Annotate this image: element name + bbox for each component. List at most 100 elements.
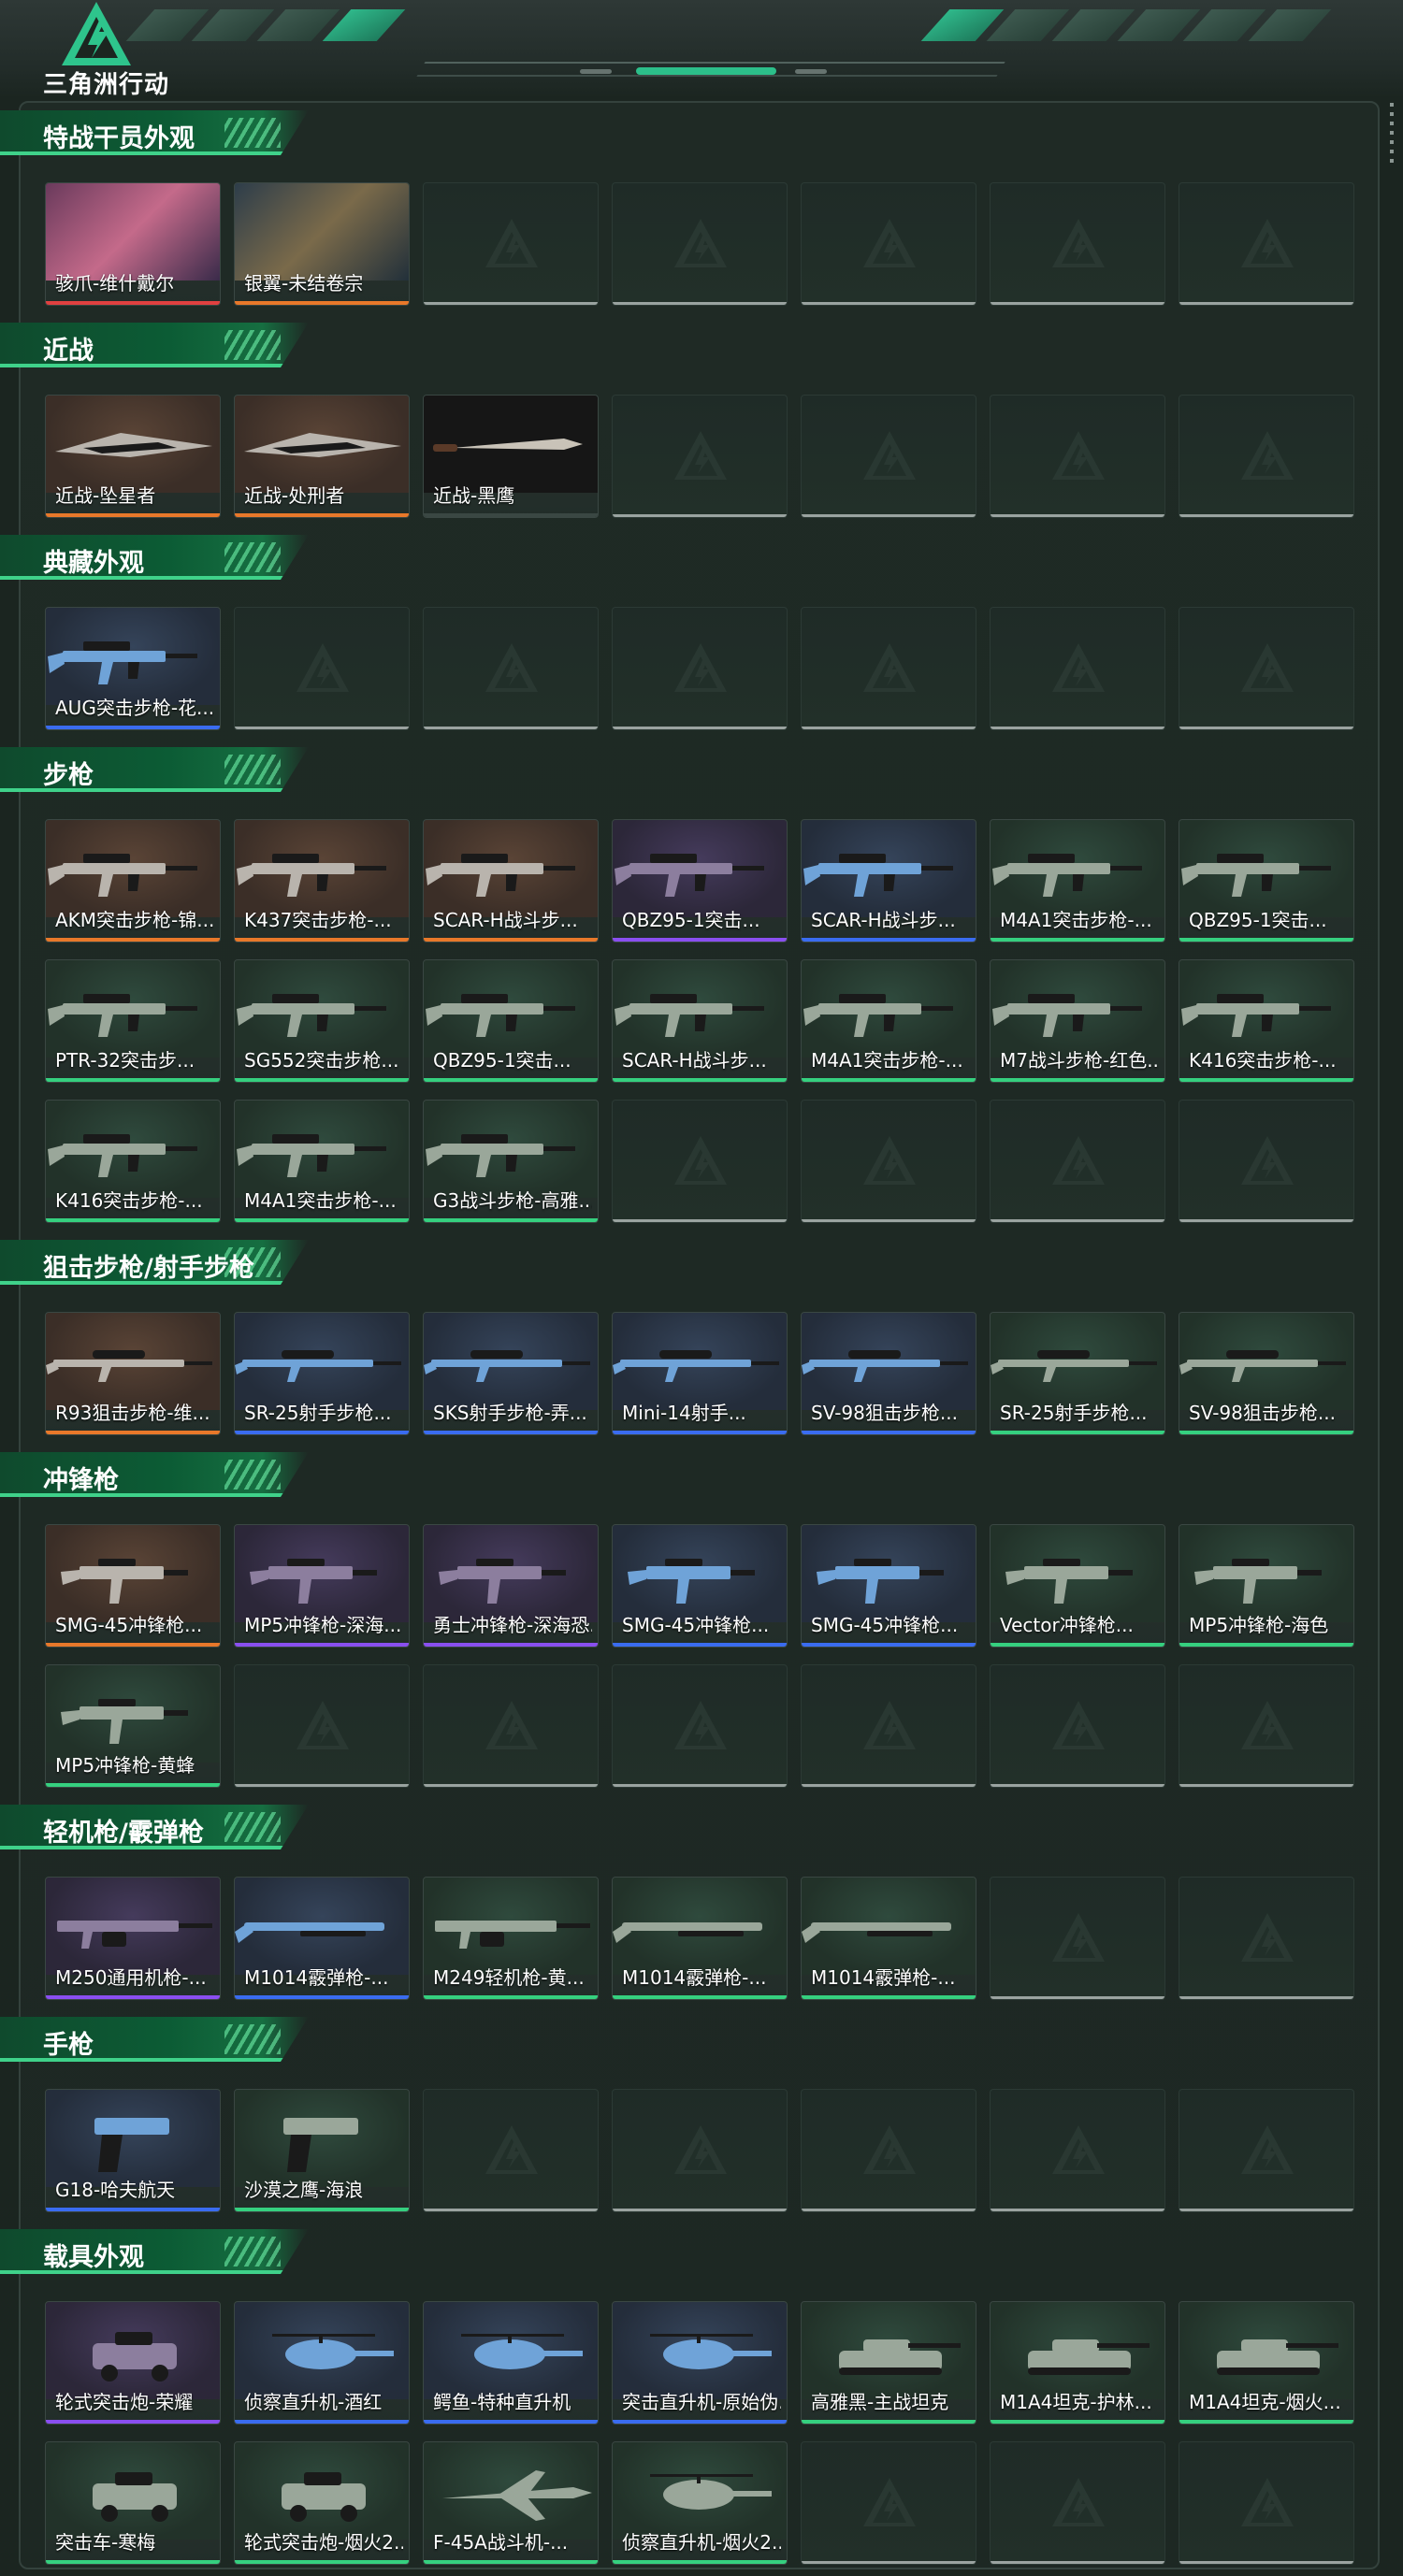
skin-card-name: M7战斗步枪-红色... (1000, 1049, 1159, 1072)
skin-card[interactable]: SCAR-H战斗步... (801, 819, 976, 943)
skin-card[interactable]: SKS射手步枪-弄... (423, 1312, 599, 1435)
rarity-bar (613, 2560, 787, 2564)
skin-card[interactable]: 突击车-寒梅 (45, 2441, 221, 2565)
skin-card[interactable]: 骇爪-维什戴尔 (45, 182, 221, 306)
skin-card[interactable]: 高雅黑-主战坦克 (801, 2301, 976, 2425)
skin-card[interactable]: 轮式突击炮-荣耀 (45, 2301, 221, 2425)
skin-card[interactable]: SG552突击步枪... (234, 959, 410, 1083)
rarity-bar (613, 2420, 787, 2424)
skin-card[interactable]: 近战-处刑者 (234, 395, 410, 518)
rifle-icon (424, 820, 598, 917)
skin-card[interactable]: M1A4坦克-护林... (990, 2301, 1165, 2425)
skin-card[interactable]: Vector冲锋枪... (990, 1524, 1165, 1648)
skin-card[interactable]: AUG突击步枪-花... (45, 607, 221, 730)
skin-card[interactable]: M4A1突击步枪-... (234, 1100, 410, 1223)
skin-card[interactable]: M249轻机枪-黄... (423, 1877, 599, 2000)
empty-slot (612, 182, 788, 306)
skin-card[interactable]: SMG-45冲锋枪... (801, 1524, 976, 1648)
skin-card[interactable]: M4A1突击步枪-... (990, 819, 1165, 943)
empty-slot (990, 182, 1165, 306)
sniper-icon (46, 1313, 220, 1410)
rifle-icon (424, 960, 598, 1058)
skin-card[interactable]: 突击直升机-原始伪... (612, 2301, 788, 2425)
skin-card[interactable]: SV-98狙击步枪... (1179, 1312, 1354, 1435)
rarity-bar (1179, 2420, 1353, 2424)
skin-card[interactable]: M1014霰弹枪-... (234, 1877, 410, 2000)
skin-card[interactable]: PTR-32突击步... (45, 959, 221, 1083)
top-header: 三角洲行动 (0, 0, 1403, 99)
skin-card[interactable]: SR-25射手步枪... (990, 1312, 1165, 1435)
skin-card[interactable]: M4A1突击步枪-... (801, 959, 976, 1083)
rarity-bar (235, 1995, 409, 1999)
skin-card-name: MP5冲锋枪-深海... (244, 1614, 402, 1636)
rarity-bar (46, 2208, 220, 2211)
empty-slot (801, 1100, 976, 1223)
rarity-bar (613, 2209, 787, 2211)
skin-card[interactable]: SV-98狙击步枪... (801, 1312, 976, 1435)
skin-card[interactable]: QBZ95-1突击... (423, 959, 599, 1083)
skin-card[interactable]: K416突击步枪-... (45, 1100, 221, 1223)
skin-card-name: M1014霰弹枪-... (811, 1966, 956, 1989)
delta-logo-icon (62, 2, 131, 65)
delta-watermark-icon (1050, 1699, 1106, 1751)
skin-card[interactable]: 侦察直升机-烟火2... (612, 2441, 788, 2565)
skin-card[interactable]: M250通用机枪-... (45, 1877, 221, 2000)
skin-card[interactable]: QBZ95-1突击... (612, 819, 788, 943)
skin-card[interactable]: 银翼-未结卷宗 (234, 182, 410, 306)
vehicle-icon (46, 2302, 220, 2399)
delta-watermark-icon (861, 2476, 918, 2528)
skin-card[interactable]: M1014霰弹枪-... (801, 1877, 976, 2000)
rarity-bar (1179, 1996, 1353, 1999)
rarity-bar (613, 938, 787, 942)
skin-card[interactable]: 轮式突击炮-烟火2... (234, 2441, 410, 2565)
skin-card[interactable]: SMG-45冲锋枪... (612, 1524, 788, 1648)
skin-card-name: 近战-黑鹰 (433, 484, 515, 507)
section-title: 载具外观 (0, 2229, 309, 2274)
skin-card-name: 骇爪-维什戴尔 (55, 272, 175, 295)
skin-card[interactable]: G18-哈夫航天 (45, 2089, 221, 2212)
skin-card-name: M1014霰弹枪-... (622, 1966, 767, 1989)
rarity-bar (613, 727, 787, 729)
skin-card[interactable]: M1A4坦克-烟火... (1179, 2301, 1354, 2425)
skin-card[interactable]: QBZ95-1突击... (1179, 819, 1354, 943)
helicopter-icon (424, 2302, 598, 2399)
skin-card[interactable]: AKM突击步枪-锦... (45, 819, 221, 943)
section-title-label: 特战干员外观 (43, 124, 195, 153)
skin-card[interactable]: 近战-坠星者 (45, 395, 221, 518)
scrollbar-handle[interactable] (1390, 103, 1394, 168)
empty-slot (612, 1664, 788, 1788)
rarity-bar (802, 2420, 976, 2424)
skin-card[interactable]: M1014霰弹枪-... (612, 1877, 788, 2000)
rarity-bar (46, 1218, 220, 1222)
skin-card-name: 突击直升机-原始伪... (622, 2391, 781, 2413)
skin-card[interactable]: SCAR-H战斗步... (612, 959, 788, 1083)
skin-card[interactable]: G3战斗步枪-高雅... (423, 1100, 599, 1223)
skin-card-name: SCAR-H战斗步... (433, 909, 578, 931)
skin-card[interactable]: Mini-14射手... (612, 1312, 788, 1435)
rarity-bar (1179, 1431, 1353, 1434)
rarity-bar (235, 2420, 409, 2424)
skin-card[interactable]: K437突击步枪-... (234, 819, 410, 943)
skin-card[interactable]: K416突击步枪-... (1179, 959, 1354, 1083)
skin-card[interactable]: F-45A战斗机-... (423, 2441, 599, 2565)
delta-watermark-icon (1239, 429, 1295, 482)
section-title-label: 手枪 (43, 2031, 94, 2060)
skin-card[interactable]: MP5冲锋枪-深海... (234, 1524, 410, 1648)
skin-card[interactable]: MP5冲锋枪-黄蜂 (45, 1664, 221, 1788)
delta-watermark-icon (861, 429, 918, 482)
skin-card[interactable]: 近战-黑鹰 (423, 395, 599, 518)
rarity-bar (424, 1218, 598, 1222)
skin-card[interactable]: R93狙击步枪-维... (45, 1312, 221, 1435)
skin-card[interactable]: 鳄鱼-特种直升机 (423, 2301, 599, 2425)
skin-card[interactable]: M7战斗步枪-红色... (990, 959, 1165, 1083)
skin-card[interactable]: 勇士冲锋枪-深海恐... (423, 1524, 599, 1648)
skin-card[interactable]: 侦察直升机-酒红 (234, 2301, 410, 2425)
skin-card[interactable]: SCAR-H战斗步... (423, 819, 599, 943)
skin-card[interactable]: SR-25射手步枪... (234, 1312, 410, 1435)
empty-slot (423, 182, 599, 306)
skin-card[interactable]: SMG-45冲锋枪... (45, 1524, 221, 1648)
skin-card[interactable]: 沙漠之鹰-海浪 (234, 2089, 410, 2212)
skin-card[interactable]: MP5冲锋枪-海色 (1179, 1524, 1354, 1648)
rarity-bar (991, 1078, 1164, 1082)
delta-watermark-icon (484, 1699, 540, 1751)
